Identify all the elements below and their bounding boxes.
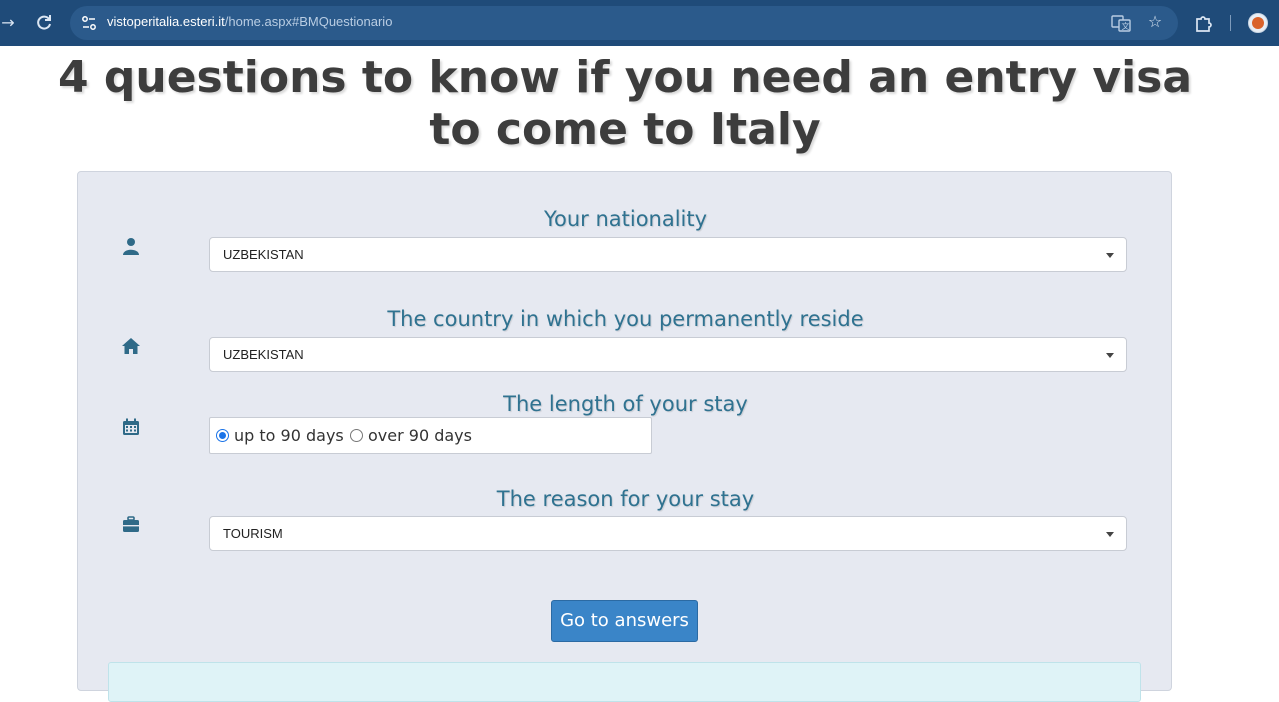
nationality-label: Your nationality xyxy=(543,207,708,231)
residence-value: UZBEKISTAN xyxy=(223,347,304,362)
chevron-down-icon xyxy=(1106,253,1114,258)
translate-icon[interactable]: 文 xyxy=(1111,14,1131,32)
browser-toolbar: → vistoperitalia.esteri.it/home.aspx#BMQ… xyxy=(0,0,1279,46)
answers-info-box xyxy=(108,662,1141,702)
stay-length-radio-group: up to 90 days over 90 days xyxy=(209,417,652,454)
address-bar[interactable]: vistoperitalia.esteri.it/home.aspx#BMQue… xyxy=(70,6,1178,40)
nationality-select[interactable]: UZBEKISTAN xyxy=(209,237,1127,272)
radio-label: over 90 days xyxy=(368,426,472,445)
toolbar-divider xyxy=(1230,15,1231,31)
calendar-icon xyxy=(121,417,141,437)
radio-button-selected[interactable] xyxy=(216,429,229,442)
forward-arrow-icon[interactable]: → xyxy=(0,11,20,35)
stay-length-label: The length of your stay xyxy=(503,392,748,416)
radio-over-90-days[interactable]: over 90 days xyxy=(350,426,472,445)
user-icon xyxy=(121,236,141,256)
radio-label: up to 90 days xyxy=(234,426,344,445)
star-icon[interactable]: ☆ xyxy=(1144,11,1166,33)
puzzle-icon[interactable] xyxy=(1193,12,1215,34)
briefcase-icon xyxy=(121,515,141,535)
reason-label: The reason for your stay xyxy=(496,487,755,511)
tune-icon[interactable] xyxy=(80,14,98,32)
reason-value: TOURISM xyxy=(223,526,283,541)
chevron-down-icon xyxy=(1106,353,1114,358)
reason-select[interactable]: TOURISM xyxy=(209,516,1127,551)
chevron-down-icon xyxy=(1106,532,1114,537)
url-path: /home.aspx#BMQuestionario xyxy=(224,14,393,29)
url-text[interactable]: vistoperitalia.esteri.it/home.aspx#BMQue… xyxy=(107,14,392,29)
page-title: 4 questions to know if you need an entry… xyxy=(57,52,1193,155)
reload-icon[interactable] xyxy=(32,11,56,35)
avatar[interactable] xyxy=(1248,13,1268,33)
questionnaire-panel: Your nationality UZBEKISTAN The country … xyxy=(77,171,1172,702)
nationality-value: UZBEKISTAN xyxy=(223,247,304,262)
residence-label: The country in which you permanently res… xyxy=(387,307,864,331)
radio-button[interactable] xyxy=(350,429,363,442)
go-to-answers-button[interactable]: Go to answers xyxy=(551,600,698,642)
residence-select[interactable]: UZBEKISTAN xyxy=(209,337,1127,372)
radio-up-to-90-days[interactable]: up to 90 days xyxy=(216,426,344,445)
url-domain: vistoperitalia.esteri.it xyxy=(107,14,225,29)
home-icon xyxy=(121,336,141,356)
svg-text:文: 文 xyxy=(1122,21,1130,31)
